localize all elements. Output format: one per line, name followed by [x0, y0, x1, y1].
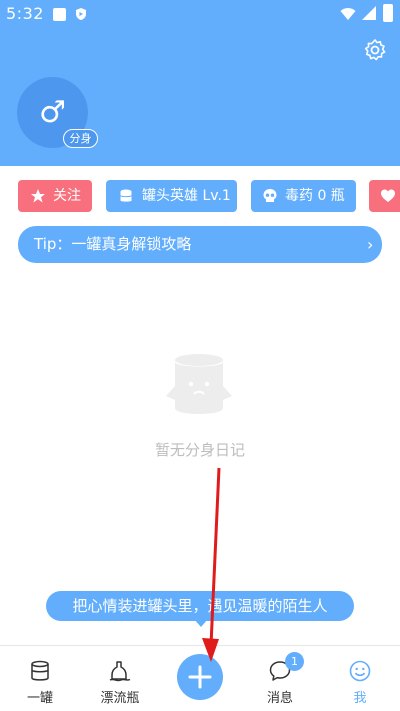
shield-notification-icon: [76, 8, 86, 20]
smiley-face-icon: [349, 660, 371, 682]
jar-icon: [120, 189, 132, 202]
skull-icon: [263, 189, 277, 202]
tab-home-label: 一罐: [26, 691, 53, 706]
messages-unread-badge: 1: [285, 652, 304, 671]
profile-header: 5:32 ♂ 分身: [0, 0, 400, 166]
follow-label: 关注: [53, 188, 81, 204]
add-button[interactable]: [177, 654, 223, 700]
settings-gear-icon[interactable]: [363, 38, 387, 62]
plus-icon: [188, 665, 212, 689]
chevron-right-icon: ›: [367, 235, 374, 254]
status-bar: 5:32: [0, 0, 400, 28]
empty-jar-mascot-icon: [166, 354, 232, 414]
tab-me[interactable]: 我: [335, 646, 385, 711]
poison-label: 毒药 0 瓶: [285, 188, 345, 204]
tab-drift-bottle[interactable]: 漂流瓶: [95, 646, 145, 711]
avatar-alias-badge: 分身: [63, 129, 98, 148]
star-icon: [31, 189, 45, 203]
notification-app-icon: [53, 8, 66, 21]
hint-bubble-tail: [194, 619, 208, 627]
level-label: 罐头英雄 Lv.1: [142, 188, 231, 204]
tab-messages-label: 消息: [266, 691, 293, 706]
tab-me-label: 我: [353, 691, 367, 706]
level-button[interactable]: 罐头英雄 Lv.1: [106, 180, 237, 212]
tab-home[interactable]: 一罐: [15, 646, 65, 711]
signal-icon: [362, 6, 376, 20]
tip-text: Tip：一罐真身解锁攻略: [34, 235, 192, 253]
like-button[interactable]: [369, 180, 400, 212]
jar-icon: [31, 660, 49, 681]
battery-icon: [383, 4, 393, 22]
poison-button[interactable]: 毒药 0 瓶: [251, 180, 356, 212]
wifi-icon: [340, 8, 356, 20]
follow-button[interactable]: 关注: [18, 180, 92, 212]
drift-bottle-icon: [109, 661, 131, 682]
empty-state-text: 暂无分身日记: [154, 441, 245, 459]
unlock-tip-bar[interactable]: Tip：一罐真身解锁攻略 ›: [18, 226, 382, 263]
status-time: 5:32: [6, 4, 44, 23]
heart-icon: [381, 189, 395, 202]
tab-drift-bottle-label: 漂流瓶: [100, 691, 140, 706]
hint-bubble: 把心情装进罐头里，遇见温暖的陌生人: [46, 591, 354, 621]
